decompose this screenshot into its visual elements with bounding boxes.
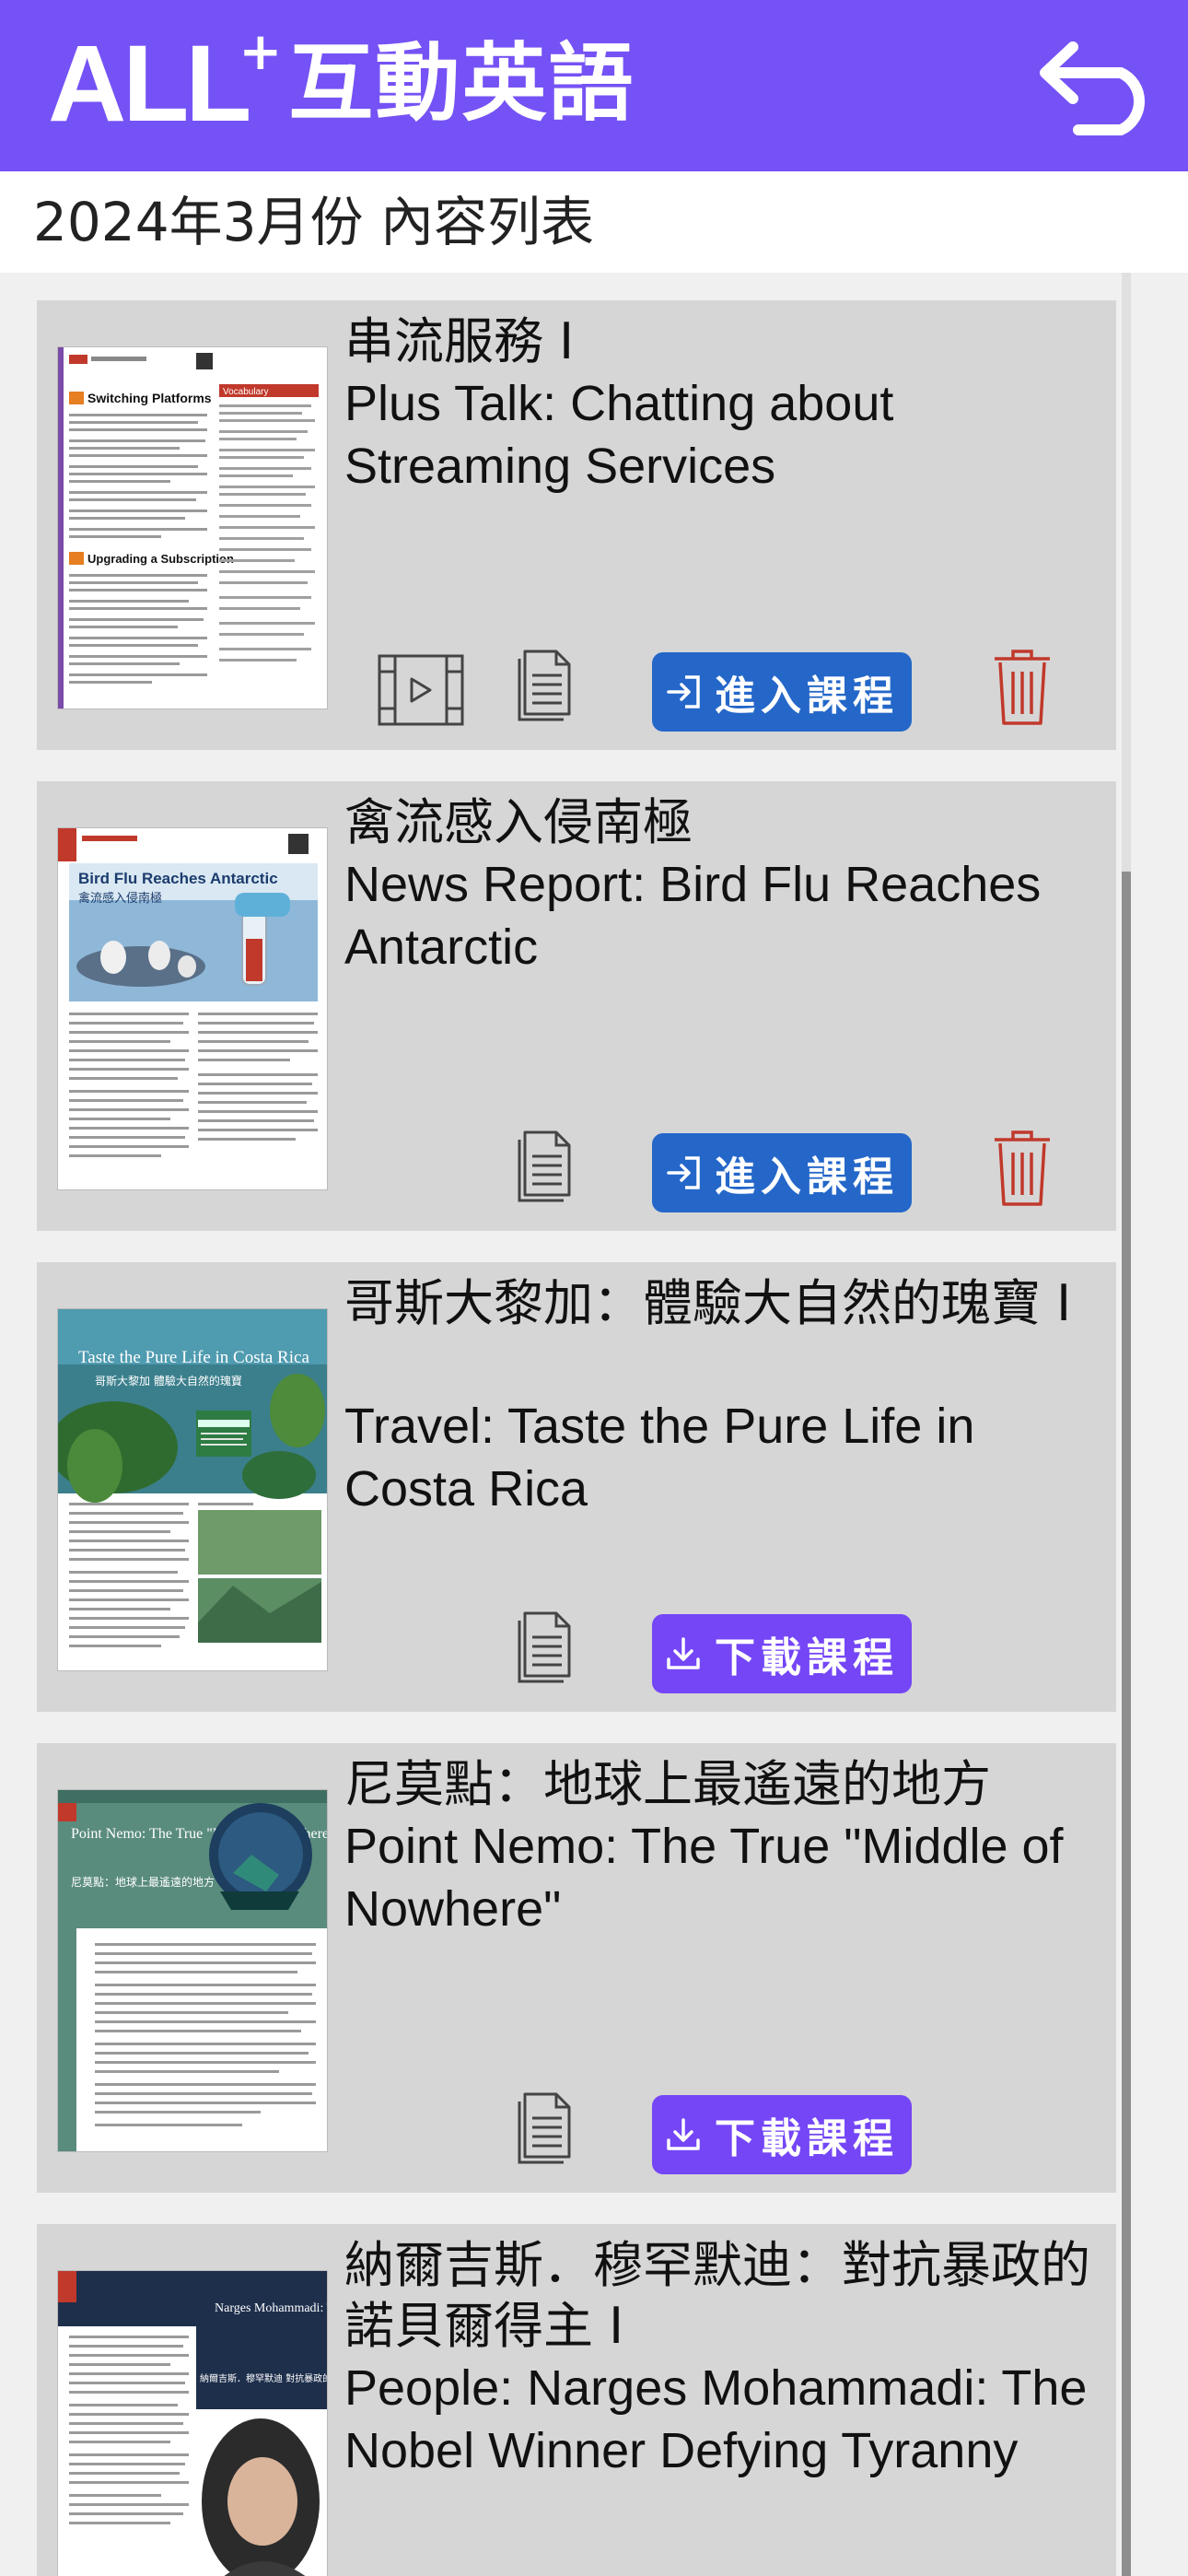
- document-icon: [518, 2092, 571, 2164]
- scrollbar-thumb[interactable]: [1122, 872, 1131, 2576]
- lesson-title-chinese: 納爾吉斯．穆罕默迪：對抗暴政的諾貝爾得主 I: [344, 2236, 1090, 2355]
- thumb-vocab-label: Vocabulary: [223, 387, 268, 397]
- magazine-page-image: Switching Platforms Upgrading a Subscrip…: [58, 347, 327, 708]
- delete-button[interactable]: [989, 1128, 1055, 1209]
- enter-course-label: 進入課程: [715, 673, 899, 720]
- list-header: 2024年3月份 內容列表: [0, 171, 1188, 273]
- document-icon: [518, 1611, 571, 1683]
- trash-icon: [995, 1130, 1050, 1206]
- thumb-subheading: 哥斯大黎加 體驗大自然的瑰寶: [95, 1374, 242, 1388]
- back-arrow-icon: [1040, 41, 1145, 135]
- thumb-heading: Bird Flu Reaches Antarctic: [78, 870, 278, 887]
- lesson-title-english: People: Narges Mohammadi: The Nobel Winn…: [344, 2360, 1088, 2478]
- download-icon: [665, 1635, 702, 1672]
- download-course-button[interactable]: 下載課程: [652, 2095, 912, 2174]
- lesson-title-english: Plus Talk: Chatting about Streaming Serv…: [344, 376, 894, 494]
- lesson-thumbnail[interactable]: Narges Mohammadi: The Nobel Winner Defyi…: [57, 2270, 328, 2576]
- app-header: ALL + 互動英語: [0, 0, 1188, 171]
- lesson-title-english: News Report: Bird Flu Reaches Antarctic: [344, 857, 1042, 975]
- lesson-title-chinese: 尼莫點：地球上最遙遠的地方: [344, 1755, 991, 1813]
- lesson-title-english: Point Nemo: The True "Middle of Nowhere": [344, 1819, 1064, 1937]
- thumb-subheading: 尼莫點：地球上最遙遠的地方: [71, 1875, 215, 1889]
- logo-subtitle: 互動英語: [288, 34, 635, 133]
- lesson-list[interactable]: Switching Platforms Upgrading a Subscrip…: [0, 273, 1188, 2576]
- lesson-title-chinese: 禽流感入侵南極: [344, 793, 693, 851]
- thumb-subheading: 禽流感入侵南極: [78, 891, 162, 906]
- download-course-label: 下載課程: [715, 2115, 899, 2162]
- document-button[interactable]: [510, 2091, 575, 2169]
- lesson-card[interactable]: Narges Mohammadi: The Nobel Winner Defyi…: [37, 2224, 1116, 2576]
- video-icon: [378, 654, 464, 726]
- video-button[interactable]: [376, 652, 466, 728]
- logo-plus: +: [239, 22, 283, 82]
- document-button[interactable]: [510, 649, 575, 726]
- thumb-heading-2: Upgrading a Subscription: [87, 552, 234, 566]
- lesson-card[interactable]: Bird Flu Reaches Antarctic 禽流感入侵南極 禽流感入侵…: [37, 781, 1116, 1231]
- lesson-thumbnail[interactable]: Switching Platforms Upgrading a Subscrip…: [57, 346, 328, 709]
- enter-course-button[interactable]: 進入課程: [652, 1133, 912, 1212]
- document-button[interactable]: [510, 1610, 575, 1688]
- thumb-heading-1: Switching Platforms: [87, 391, 212, 405]
- document-button[interactable]: [510, 1130, 575, 1207]
- enter-course-label: 進入課程: [715, 1153, 899, 1200]
- lesson-thumbnail[interactable]: Taste the Pure Life in Costa Rica 哥斯大黎加 …: [57, 1308, 328, 1671]
- enter-icon: [665, 1154, 702, 1191]
- magazine-page-image: Taste the Pure Life in Costa Rica 哥斯大黎加 …: [58, 1309, 327, 1670]
- download-course-label: 下載課程: [715, 1634, 899, 1681]
- download-icon: [665, 2116, 702, 2153]
- magazine-page-image: Point Nemo: The True "Middle of Nowhere"…: [58, 1790, 327, 2151]
- delete-button[interactable]: [989, 647, 1055, 728]
- thumb-subheading: 納爾吉斯．穆罕默迪 對抗暴政的諾貝爾得主: [200, 2372, 328, 2384]
- lesson-card[interactable]: Switching Platforms Upgrading a Subscrip…: [37, 300, 1116, 750]
- lesson-title-english: Travel: Taste the Pure Life in Costa Ric…: [344, 1399, 975, 1516]
- thumb-heading: Narges Mohammadi: The Nobel Winner Defyi…: [215, 2301, 328, 2315]
- lesson-title-chinese: 串流服務 I: [344, 312, 575, 370]
- magazine-page-image: Bird Flu Reaches Antarctic 禽流感入侵南極: [58, 828, 327, 1189]
- enter-icon: [665, 673, 702, 710]
- magazine-page-image: Narges Mohammadi: The Nobel Winner Defyi…: [58, 2271, 328, 2576]
- lesson-title-chinese: 哥斯大黎加：體驗大自然的瑰寶 I: [344, 1274, 1072, 1332]
- lesson-thumbnail[interactable]: Point Nemo: The True "Middle of Nowhere"…: [57, 1789, 328, 2152]
- lesson-card[interactable]: Point Nemo: The True "Middle of Nowhere"…: [37, 1743, 1116, 2193]
- lesson-card[interactable]: Taste the Pure Life in Costa Rica 哥斯大黎加 …: [37, 1262, 1116, 1712]
- back-button[interactable]: [1030, 26, 1168, 146]
- app-logo: ALL + 互動英語: [48, 27, 635, 139]
- page-subtitle: 2024年3月份 內容列表: [33, 191, 594, 253]
- document-icon: [518, 1130, 571, 1202]
- logo-text: ALL: [48, 23, 251, 145]
- trash-icon: [995, 650, 1050, 725]
- document-icon: [518, 650, 571, 721]
- download-course-button[interactable]: 下載課程: [652, 1614, 912, 1693]
- enter-course-button[interactable]: 進入課程: [652, 652, 912, 732]
- thumb-heading: Taste the Pure Life in Costa Rica: [78, 1348, 309, 1367]
- lesson-thumbnail[interactable]: Bird Flu Reaches Antarctic 禽流感入侵南極: [57, 827, 328, 1190]
